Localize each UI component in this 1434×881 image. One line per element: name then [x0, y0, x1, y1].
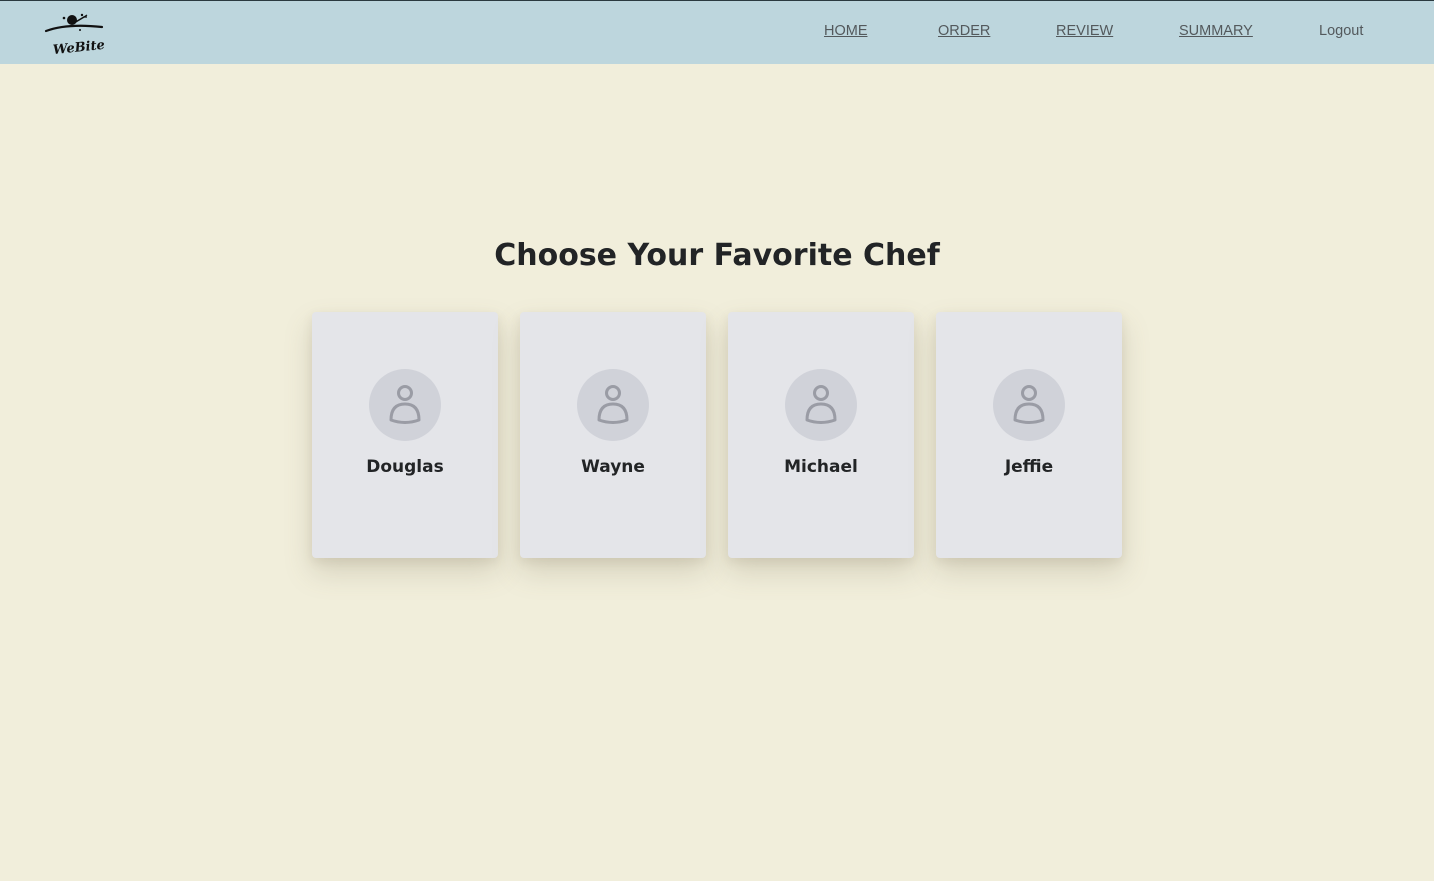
chef-name: Jeffie: [1004, 457, 1054, 477]
chef-avatar: [369, 369, 441, 441]
chef-name: Wayne: [581, 457, 645, 477]
logo-text: WeBite: [52, 38, 105, 57]
nav-order-link[interactable]: ORDER: [938, 23, 990, 39]
page-title: Choose Your Favorite Chef: [494, 238, 940, 273]
nav-review-link[interactable]: REVIEW: [1056, 23, 1113, 39]
user-icon: [1013, 385, 1045, 424]
chef-card-jeffie[interactable]: Jeffie: [936, 312, 1122, 558]
chef-card-michael[interactable]: Michael: [728, 312, 914, 558]
logout-link[interactable]: Logout: [1319, 23, 1363, 39]
nav-home-link[interactable]: HOME: [824, 23, 868, 39]
chef-card-douglas[interactable]: Douglas: [312, 312, 498, 558]
user-icon: [597, 385, 629, 424]
user-icon: [389, 385, 421, 424]
user-icon: [805, 385, 837, 424]
webite-logo[interactable]: WeBite: [44, 11, 106, 58]
nav-summary-link[interactable]: SUMMARY: [1179, 23, 1253, 39]
chef-avatar: [993, 369, 1065, 441]
top-navbar: WeBite HOME ORDER REVIEW SUMMARY Logout: [0, 0, 1434, 64]
chef-name: Douglas: [366, 457, 444, 477]
chef-card-wayne[interactable]: Wayne: [520, 312, 706, 558]
logo-icon: WeBite: [44, 13, 106, 58]
chef-avatar: [785, 369, 857, 441]
chef-name: Michael: [784, 457, 858, 477]
chef-avatar: [577, 369, 649, 441]
